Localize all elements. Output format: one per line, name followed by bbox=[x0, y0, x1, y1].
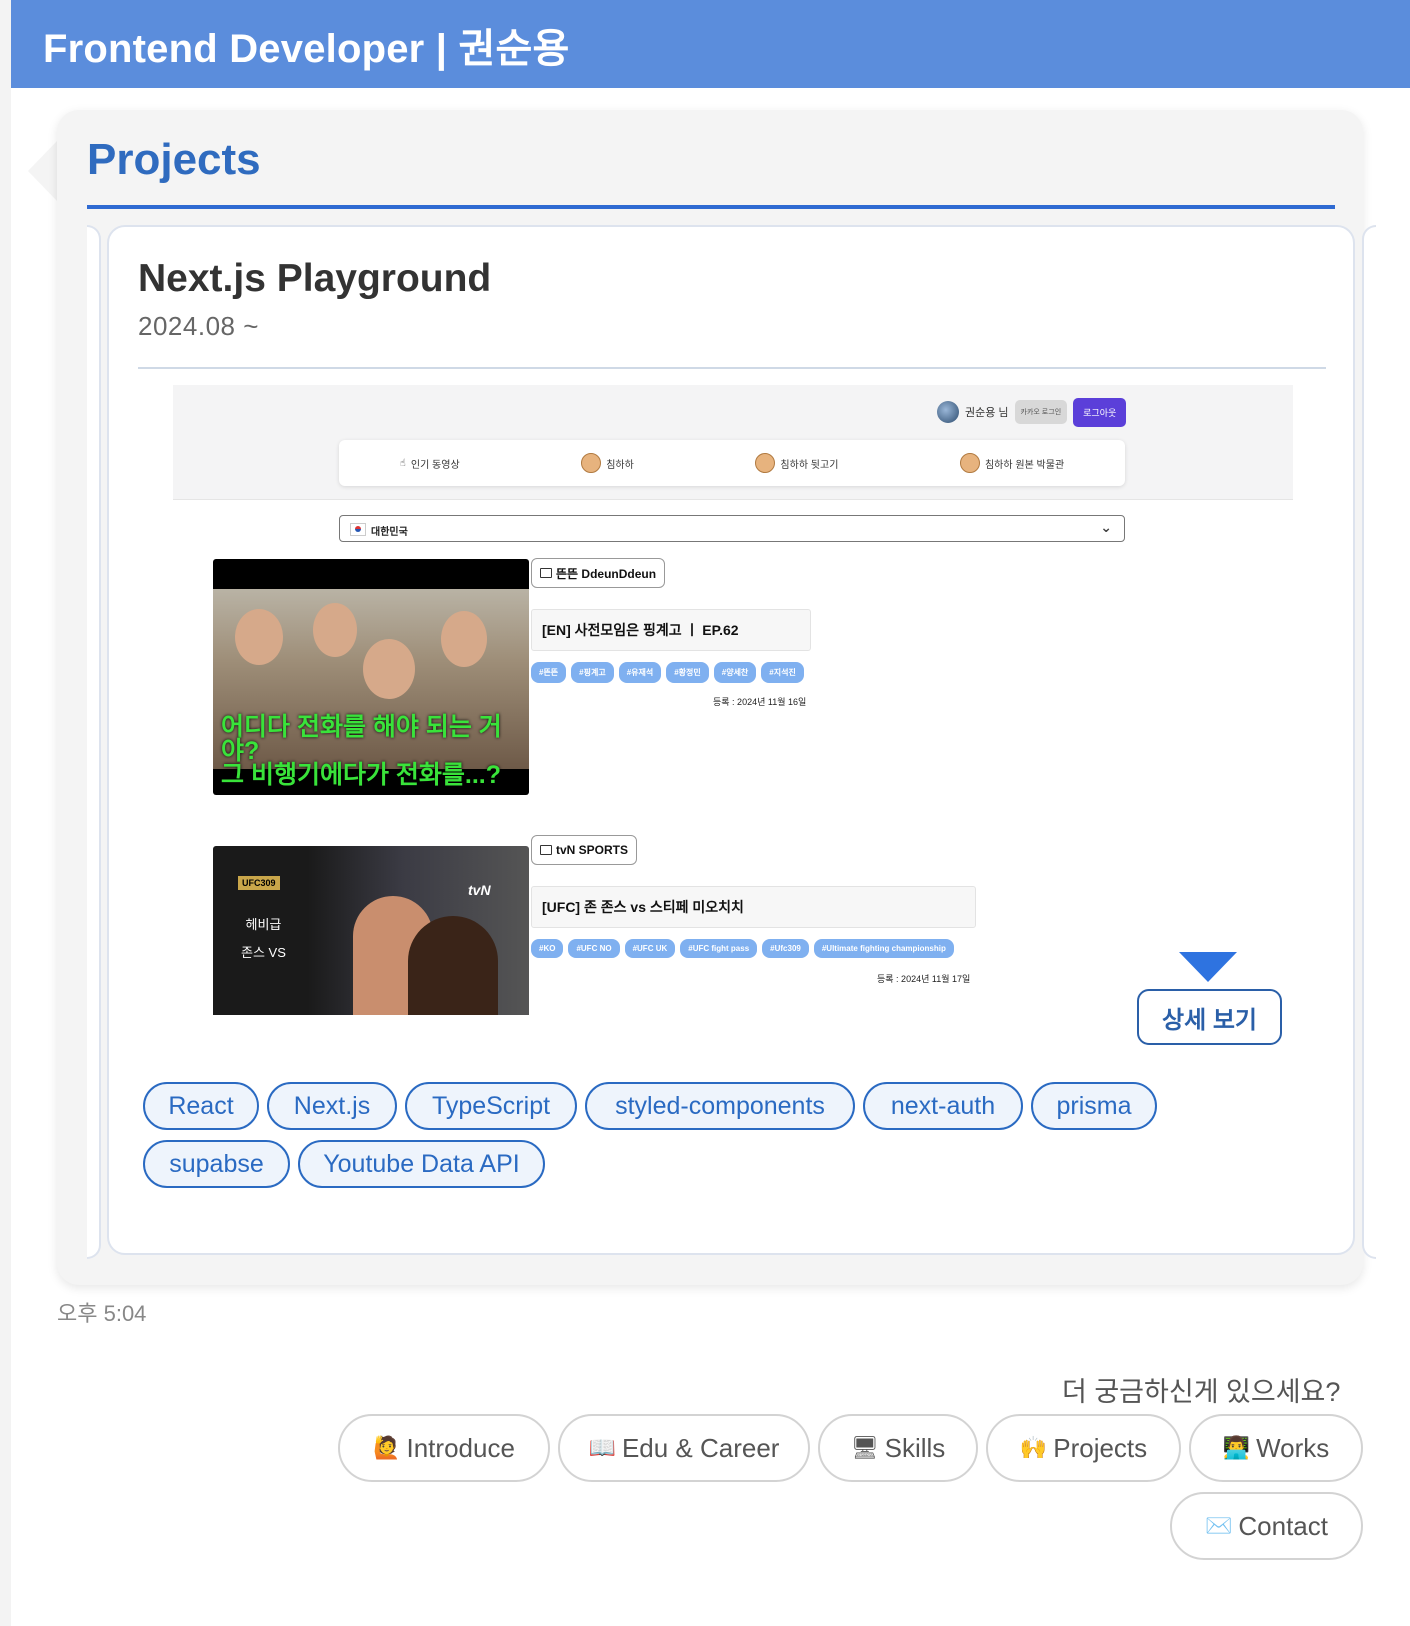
skill-tag: prisma bbox=[1031, 1082, 1157, 1130]
thumbnail-side-text: 헤비급 존스 VS bbox=[241, 917, 286, 960]
contact-button[interactable]: ✉️ Contact bbox=[1170, 1492, 1363, 1560]
carousel-next-card[interactable] bbox=[1362, 225, 1376, 1259]
tv-icon bbox=[540, 845, 552, 855]
channel-badge: 뜬뜬 DdeunDdeun bbox=[531, 558, 666, 588]
tv-icon bbox=[540, 568, 552, 578]
app-header: Frontend Developer | 권순용 bbox=[11, 0, 1410, 88]
message-time: 오후 5:04 bbox=[57, 1301, 147, 1326]
project-date: 2024.08 ~ bbox=[138, 311, 259, 341]
thumbnail-person bbox=[235, 609, 283, 665]
preview-nav-item: 침하하 bbox=[581, 453, 634, 473]
preview-nav-item: 침하하 뒷고기 bbox=[755, 453, 838, 473]
character-icon bbox=[755, 453, 776, 473]
raising-hand-icon: 🙋 bbox=[373, 1435, 401, 1460]
video-registered-date: 등록 : 2024년 11월 17일 bbox=[877, 974, 971, 984]
video-tags: #뜬뜬 #핑계고 #유재석 #황정민 #양세찬 #지석진 bbox=[531, 662, 804, 683]
video-tags: #KO #UFC NO #UFC UK #UFC fight pass #Ufc… bbox=[531, 939, 954, 958]
left-strip bbox=[0, 0, 11, 1626]
character-icon bbox=[581, 453, 602, 473]
followup-question: 더 궁금하신게 있으세요? bbox=[1062, 1377, 1341, 1407]
preview-user-name: 권순용 님 bbox=[965, 407, 1009, 419]
preview-kakao-button: 카카오 로그인 bbox=[1014, 400, 1068, 424]
preview-logout-button: 로그아웃 bbox=[1073, 397, 1127, 427]
skills-button[interactable]: 🖥 Skills bbox=[818, 1414, 978, 1482]
thumbnail-person bbox=[313, 603, 357, 657]
preview-nav: ☝ 인기 동영상 침하하 침하하 뒷고기 침하하 원본 박물관 bbox=[339, 440, 1125, 486]
thumbnail-person bbox=[441, 611, 487, 667]
chevron-down-icon: ⌄ bbox=[1100, 519, 1112, 535]
skill-tag: Next.js bbox=[267, 1082, 397, 1130]
skill-tag: next-auth bbox=[863, 1082, 1023, 1130]
preview-user-area: 권순용 님 카카오 로그인 로그아웃 bbox=[937, 397, 1127, 427]
preview-topbar: 권순용 님 카카오 로그인 로그아웃 ☝ 인기 동영상 침하하 침하하 뒷고기 침… bbox=[173, 385, 1293, 500]
skill-tag: TypeScript bbox=[405, 1082, 577, 1130]
raised-hands-icon: 🙌 bbox=[1019, 1435, 1048, 1460]
book-icon: 📖 bbox=[588, 1435, 616, 1460]
thumbnail-caption: 어디다 전화를 해야 되는 거야? 그 비행기에다가 전화를...? bbox=[221, 713, 502, 789]
project-divider bbox=[138, 367, 1326, 369]
skill-tag: Youtube Data API bbox=[298, 1140, 545, 1188]
thumbnail-person bbox=[363, 639, 415, 699]
works-button[interactable]: 👨‍💻 Works bbox=[1189, 1414, 1363, 1482]
skill-tag: React bbox=[143, 1082, 259, 1130]
avatar bbox=[937, 401, 959, 423]
chat-bubble-tail bbox=[28, 140, 58, 202]
preview-country-select: 대한민국 ⌄ bbox=[339, 515, 1125, 542]
pointer-arrow-icon bbox=[1179, 952, 1237, 982]
project-title: Next.js Playground bbox=[138, 257, 492, 300]
character-icon bbox=[959, 453, 980, 473]
envelope-icon: ✉️ bbox=[1204, 1513, 1233, 1538]
project-preview-image: 권순용 님 카카오 로그인 로그아웃 ☝ 인기 동영상 침하하 침하하 뒷고기 침… bbox=[173, 385, 1293, 1015]
hand-icon: ☝ bbox=[399, 457, 406, 469]
project-card: Next.js Playground 2024.08 ~ 권순용 님 카카오 로… bbox=[107, 225, 1355, 1255]
video-registered-date: 등록 : 2024년 11월 16일 bbox=[713, 697, 807, 707]
video-thumbnail: 어디다 전화를 해야 되는 거야? 그 비행기에다가 전화를...? bbox=[213, 559, 529, 795]
korea-flag-icon bbox=[350, 523, 366, 536]
introduce-button[interactable]: 🙋 Introduce bbox=[338, 1414, 550, 1482]
preview-nav-item: ☝ 인기 동영상 bbox=[399, 457, 460, 471]
video-title: [UFC] 존 존스 vs 스티페 미오치치 bbox=[531, 886, 976, 928]
tvn-logo: tvN bbox=[468, 882, 491, 898]
preview-nav-item: 침하하 원본 박물관 bbox=[959, 453, 1064, 473]
app-title: Frontend Developer | 권순용 bbox=[43, 27, 570, 71]
thumbnail-event-label: UFC309 bbox=[238, 876, 280, 890]
section-title: Projects bbox=[87, 135, 261, 184]
technologist-icon: 👨‍💻 bbox=[1222, 1435, 1251, 1460]
thumbnail-fighter bbox=[408, 916, 498, 1015]
skill-tag: styled-components bbox=[585, 1082, 855, 1130]
detail-button[interactable]: 상세 보기 bbox=[1137, 989, 1282, 1045]
video-thumbnail: UFC309 헤비급 존스 VS tvN bbox=[213, 846, 529, 1015]
edu-career-button[interactable]: 📖 Edu & Career bbox=[558, 1414, 810, 1482]
channel-badge: tvN SPORTS bbox=[531, 835, 638, 865]
projects-button[interactable]: 🙌 Projects bbox=[986, 1414, 1181, 1482]
skill-tag: supabse bbox=[143, 1140, 290, 1188]
carousel-prev-card[interactable] bbox=[87, 225, 101, 1259]
monitor-icon: 🖥 bbox=[850, 1435, 879, 1460]
section-divider bbox=[87, 205, 1335, 209]
video-title: [EN] 사전모임은 핑계고 ㅣ EP.62 bbox=[531, 609, 811, 651]
